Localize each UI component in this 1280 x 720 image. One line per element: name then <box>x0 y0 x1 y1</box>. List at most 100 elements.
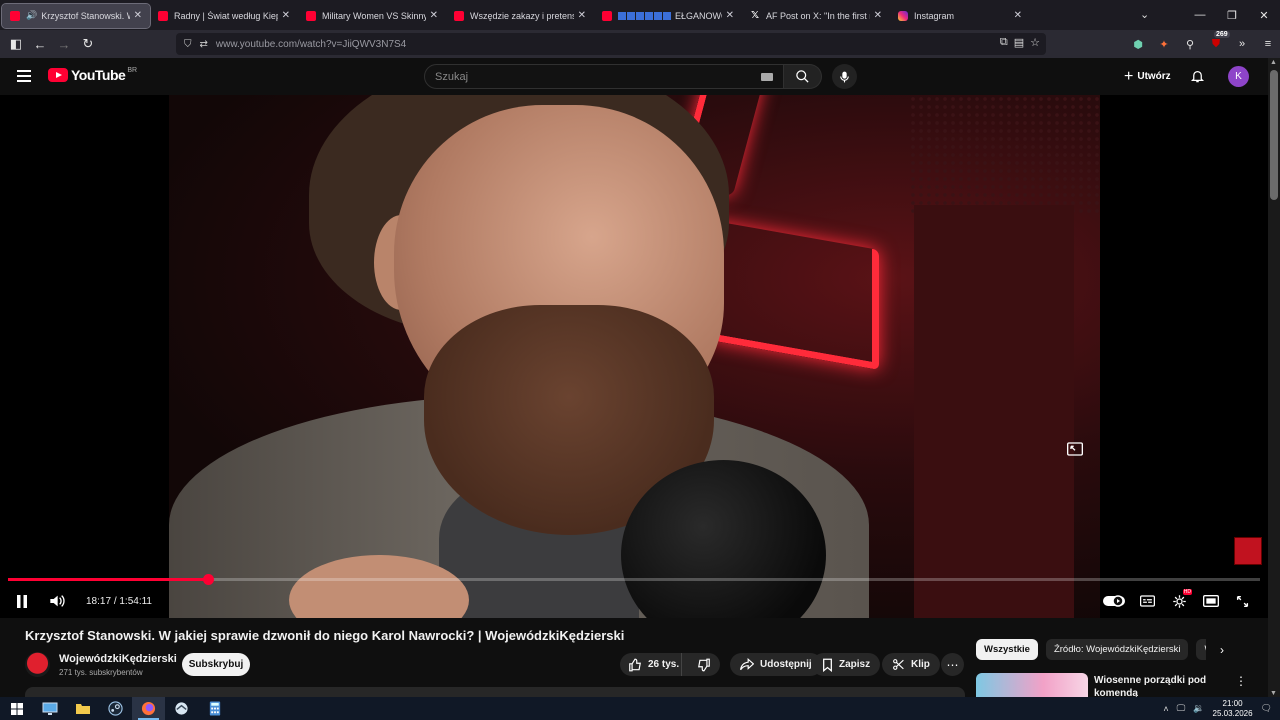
search-button[interactable] <box>784 64 822 89</box>
tab-military[interactable]: Military Women VS Skinny Joes ✕ <box>298 4 446 28</box>
chevron-right-icon[interactable]: › <box>1220 643 1224 657</box>
extensions-puzzle-icon[interactable]: ⚲ <box>1180 38 1200 51</box>
notification-center-icon[interactable]: 🗨 <box>1261 703 1272 714</box>
chip-partial[interactable]: Wi <box>1196 639 1206 660</box>
description-box[interactable] <box>25 687 965 697</box>
tab-label: Krzysztof Stanowski. W jaki <box>41 10 129 21</box>
pause-button[interactable] <box>12 591 32 611</box>
scroll-down-icon[interactable]: ▼ <box>1270 690 1277 697</box>
chevron-down-icon[interactable]: ⌄ <box>1140 8 1149 21</box>
volume-button[interactable] <box>46 591 68 611</box>
app-menu-icon[interactable]: ≡ <box>1258 38 1278 50</box>
autoplay-toggle[interactable] <box>1102 591 1126 611</box>
settings-button[interactable]: HD <box>1168 589 1192 611</box>
window-close-icon[interactable]: ✕ <box>1248 9 1280 22</box>
windows-taskbar: ˄ 🖵 🔉 21:00 25.03.2026 🗨 <box>0 697 1280 720</box>
account-avatar[interactable]: K <box>1228 66 1249 87</box>
theater-mode-button[interactable] <box>1200 591 1222 611</box>
tab-radny[interactable]: Radny | Świat według Kiepskich ✕ <box>150 4 298 28</box>
video-player[interactable]: 18:17 / 1:54:11 HD <box>0 95 1268 618</box>
scrollbar-thumb[interactable] <box>1270 70 1278 200</box>
channel-name[interactable]: WojewódzkiKędzierski <box>59 653 177 665</box>
vpn-extension-icon[interactable]: ⬢ <box>1128 38 1148 51</box>
channel-avatar[interactable] <box>25 652 50 677</box>
picture-in-picture-icon[interactable]: ⧉ <box>1000 36 1008 49</box>
close-icon[interactable]: ✕ <box>1014 10 1022 21</box>
permissions-icon[interactable]: ⇄ <box>200 39 208 50</box>
voice-search-button[interactable] <box>832 64 857 89</box>
fox-extension-icon[interactable]: ✦ <box>1154 38 1174 51</box>
sidebar-toggle-icon[interactable]: ◧ <box>4 36 28 52</box>
scissors-icon <box>893 659 904 670</box>
page-scrollbar[interactable]: ▲ ▼ <box>1268 58 1280 698</box>
tab-zakazy[interactable]: Wszędzie zakazy i pretensje! Lu ✕ <box>446 4 594 28</box>
restore-icon[interactable]: ❐ <box>1216 9 1248 22</box>
bookmark-star-icon[interactable]: ☆ <box>1030 36 1040 49</box>
progress-bar[interactable] <box>8 574 1260 585</box>
fullscreen-button[interactable] <box>1232 591 1252 611</box>
tab-x-post[interactable]: 𝕏 AF Post on X: "In the first nine n ✕ <box>742 4 890 28</box>
autoplay-toggle-icon <box>1103 595 1125 607</box>
taskbar-app-firefox[interactable] <box>132 697 165 720</box>
notifications-button[interactable] <box>1190 68 1205 89</box>
tray-volume-icon[interactable]: 🔉 <box>1193 703 1204 714</box>
taskbar-app-calculator[interactable] <box>198 697 231 720</box>
ublock-extension-icon[interactable]: ⛊ 269 <box>1206 30 1230 51</box>
window-controls: — ❐ ✕ <box>1184 0 1280 30</box>
background-acoustic-panel <box>909 95 1100 215</box>
clip-button[interactable]: Klip <box>882 653 940 676</box>
share-button[interactable]: Udostępnij <box>730 653 822 676</box>
speaker-icon[interactable]: 🔊 <box>26 10 37 21</box>
dislike-button[interactable] <box>688 653 720 676</box>
taskbar-app-explorer[interactable] <box>66 697 99 720</box>
taskbar-app-steam[interactable] <box>99 697 132 720</box>
save-button[interactable]: Zapisz <box>812 653 881 676</box>
url-text[interactable]: www.youtube.com/watch?v=JiiQWV3N7S4 <box>216 39 406 50</box>
close-icon[interactable]: ✕ <box>874 10 882 21</box>
address-bar[interactable]: ⛉ ⇄ www.youtube.com/watch?v=JiiQWV3N7S4 … <box>176 33 1046 55</box>
subscribe-button[interactable]: Subskrybuj <box>182 653 250 676</box>
minimize-icon[interactable]: — <box>1184 9 1216 21</box>
tab-instagram[interactable]: Instagram ✕ <box>890 4 1030 28</box>
video-frame[interactable] <box>169 95 1100 618</box>
close-icon[interactable]: ✕ <box>430 10 438 21</box>
tab-active-video[interactable]: 🔊 Krzysztof Stanowski. W jaki ✕ <box>1 2 151 29</box>
tray-chevron-up-icon[interactable]: ˄ <box>1163 704 1168 714</box>
recommendation-thumbnail[interactable] <box>976 673 1088 697</box>
reader-view-icon[interactable]: ▤ <box>1014 36 1024 49</box>
recommendation-title[interactable]: Wiosenne porządki pod komendą <box>1094 674 1224 698</box>
pause-icon <box>17 594 27 608</box>
channel-watermark[interactable] <box>1234 537 1262 565</box>
close-icon[interactable]: ✕ <box>726 10 734 21</box>
taskbar-app-display[interactable] <box>33 697 66 720</box>
search-input[interactable] <box>435 70 735 83</box>
reload-icon[interactable]: ↻ <box>76 36 100 52</box>
like-button[interactable]: 26 tys. <box>620 653 683 676</box>
back-icon[interactable]: ← <box>28 37 52 52</box>
bookmark-icon <box>823 658 832 672</box>
hamburger-menu-icon[interactable] <box>17 70 31 82</box>
keyboard-icon[interactable] <box>761 73 773 81</box>
player-controls: 18:17 / 1:54:11 HD <box>0 587 1268 615</box>
network-icon[interactable]: 🖵 <box>1177 703 1186 714</box>
close-icon[interactable]: ✕ <box>282 10 290 21</box>
forward-icon[interactable]: → <box>52 37 76 52</box>
shield-icon[interactable]: ⛉ <box>184 39 192 50</box>
chip-source-channel[interactable]: Źródło: WojewódzkiKędzierski <box>1045 639 1189 660</box>
miniplayer-button[interactable] <box>1064 438 1086 460</box>
taskbar-app-vpn[interactable] <box>165 697 198 720</box>
close-icon[interactable]: ✕ <box>134 10 142 21</box>
tab-elganowo[interactable]: EŁGANOWO: D ✕ <box>594 4 742 28</box>
chip-all[interactable]: Wszystkie <box>976 639 1038 660</box>
scroll-up-icon[interactable]: ▲ <box>1270 59 1277 66</box>
create-button[interactable]: + Utwórz <box>1116 64 1179 89</box>
close-icon[interactable]: ✕ <box>578 10 586 21</box>
youtube-logo[interactable]: YouTube BR <box>48 67 137 83</box>
browser-toolbar: ◧ ← → ↻ ⛉ ⇄ www.youtube.com/watch?v=JiiQ… <box>0 30 1280 58</box>
more-actions-button[interactable]: ⋯ <box>941 653 964 676</box>
overflow-chevron-icon[interactable]: » <box>1232 38 1252 50</box>
taskbar-clock[interactable]: 21:00 25.03.2026 <box>1213 699 1253 719</box>
subtitles-button[interactable] <box>1137 591 1157 611</box>
more-vertical-icon[interactable]: ⋮ <box>1235 674 1247 688</box>
start-button[interactable] <box>0 697 33 720</box>
